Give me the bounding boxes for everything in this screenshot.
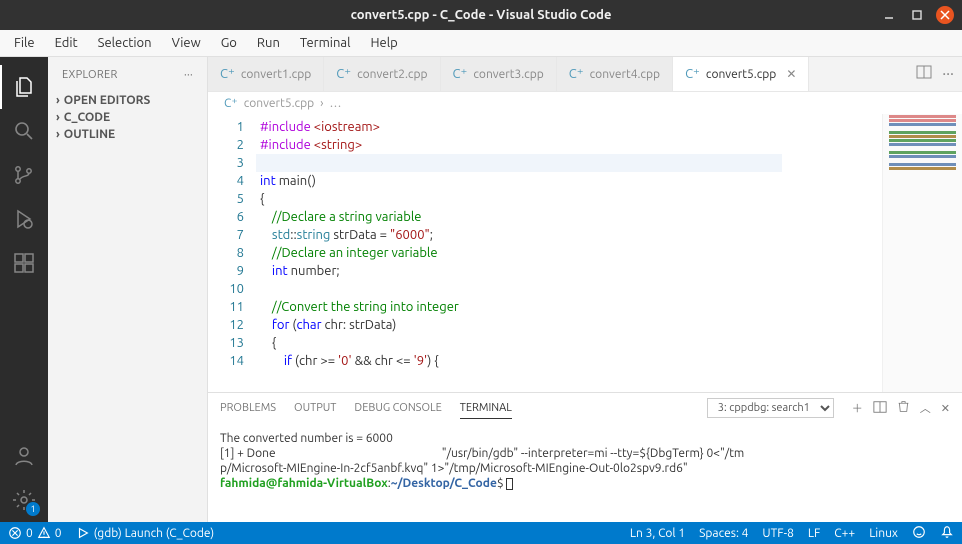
window-minimize-button[interactable] — [880, 6, 898, 24]
error-icon — [8, 526, 22, 540]
status-eol[interactable]: LF — [808, 527, 820, 540]
cpp-file-icon: C⁺ — [220, 67, 235, 82]
chevron-right-icon: › — [320, 97, 323, 110]
sidebar-section-open-editors[interactable]: ›OPEN EDITORS — [48, 92, 207, 109]
extensions-icon — [12, 251, 36, 275]
editor-tab[interactable]: C⁺convert1.cpp — [208, 57, 324, 91]
status-bar: 0 0 (gdb) Launch (C_Code) Ln 3, Col 1 Sp… — [0, 522, 962, 544]
editor-group: C⁺convert1.cpp C⁺convert2.cpp C⁺convert3… — [208, 57, 962, 522]
window-title: convert5.cpp - C_Code - Visual Studio Co… — [8, 8, 954, 22]
account-icon — [12, 444, 36, 468]
menu-bar: File Edit Selection View Go Run Terminal… — [0, 30, 962, 57]
explorer-sidebar: EXPLORER ··· ›OPEN EDITORS ›C_CODE ›OUTL… — [48, 57, 208, 522]
close-panel-icon[interactable]: ✕ — [941, 402, 950, 415]
kill-terminal-icon[interactable] — [897, 400, 910, 416]
status-os[interactable]: Linux — [869, 527, 898, 540]
window-titlebar: convert5.cpp - C_Code - Visual Studio Co… — [0, 0, 962, 30]
activity-account-button[interactable] — [0, 434, 48, 478]
menu-go[interactable]: Go — [211, 32, 247, 54]
status-launch[interactable]: (gdb) Launch (C_Code) — [76, 526, 215, 540]
split-editor-icon[interactable] — [916, 64, 932, 84]
editor-tab[interactable]: C⁺convert4.cpp — [557, 57, 673, 91]
code-lines[interactable]: #include <iostream>#include <string>int … — [256, 114, 882, 392]
cpp-file-icon: C⁺ — [685, 67, 700, 82]
status-encoding[interactable]: UTF-8 — [762, 527, 793, 540]
editor-tab[interactable]: C⁺convert2.cpp — [324, 57, 440, 91]
cpp-file-icon: C⁺ — [569, 67, 584, 82]
panel-tab-terminal[interactable]: TERMINAL — [460, 398, 512, 419]
activity-scm-button[interactable] — [0, 153, 48, 197]
sidebar-title: EXPLORER — [62, 69, 118, 81]
menu-run[interactable]: Run — [247, 32, 290, 54]
activity-settings-button[interactable]: 1 — [0, 478, 48, 522]
panel-tab-debug[interactable]: DEBUG CONSOLE — [354, 398, 441, 418]
more-actions-icon[interactable]: ··· — [942, 65, 954, 83]
status-notifications-icon[interactable] — [940, 525, 954, 542]
activity-extensions-button[interactable] — [0, 241, 48, 285]
terminal-cursor — [506, 478, 513, 490]
new-terminal-icon[interactable]: ＋ — [852, 400, 863, 416]
menu-help[interactable]: Help — [360, 32, 407, 54]
breadcrumb[interactable]: C⁺ convert5.cpp › … — [208, 92, 962, 114]
terminal-select[interactable]: 3: cppdbg: search1 — [707, 398, 834, 418]
menu-edit[interactable]: Edit — [45, 32, 88, 54]
terminal-prompt-path: ~/Desktop/C_Code — [391, 477, 497, 490]
cpp-file-icon: C⁺ — [453, 67, 468, 82]
menu-selection[interactable]: Selection — [88, 32, 162, 54]
chevron-right-icon: › — [56, 111, 60, 124]
status-ln-col[interactable]: Ln 3, Col 1 — [630, 527, 685, 540]
sidebar-section-folder[interactable]: ›C_CODE — [48, 109, 207, 126]
status-language[interactable]: C++ — [834, 527, 855, 540]
panel-tab-problems[interactable]: PROBLEMS — [220, 398, 276, 418]
terminal-output[interactable]: The converted number is = 6000 [1] + Don… — [208, 423, 962, 522]
activity-bar: 1 — [0, 57, 48, 522]
bottom-panel: PROBLEMS OUTPUT DEBUG CONSOLE TERMINAL 3… — [208, 392, 962, 522]
settings-badge: 1 — [26, 502, 40, 516]
activity-search-button[interactable] — [0, 109, 48, 153]
close-icon[interactable]: ✕ — [786, 67, 796, 81]
search-icon — [12, 119, 36, 143]
menu-file[interactable]: File — [4, 32, 45, 54]
warning-icon — [37, 526, 51, 540]
editor-tab-bar: C⁺convert1.cpp C⁺convert2.cpp C⁺convert3… — [208, 57, 962, 92]
status-spaces[interactable]: Spaces: 4 — [699, 527, 748, 540]
split-terminal-icon[interactable] — [873, 400, 887, 417]
sidebar-more-icon[interactable]: ··· — [184, 69, 193, 81]
chevron-right-icon: › — [56, 128, 60, 141]
minimap[interactable] — [882, 114, 962, 392]
line-gutter: 1234567891011121314 — [208, 114, 256, 392]
sidebar-section-outline[interactable]: ›OUTLINE — [48, 126, 207, 143]
terminal-prompt-user: fahmida@fahmida-VirtualBox — [220, 477, 388, 490]
editor-tab-active[interactable]: C⁺convert5.cpp✕ — [673, 57, 809, 91]
window-close-button[interactable] — [936, 6, 954, 24]
branch-icon — [12, 163, 36, 187]
menu-terminal[interactable]: Terminal — [290, 32, 361, 54]
status-errors[interactable]: 0 0 — [8, 526, 62, 540]
status-feedback-icon[interactable] — [912, 525, 926, 542]
cpp-file-icon: C⁺ — [224, 96, 238, 110]
window-maximize-button[interactable] — [908, 6, 926, 24]
editor-tab[interactable]: C⁺convert3.cpp — [441, 57, 557, 91]
files-icon — [12, 75, 36, 99]
play-bug-icon — [12, 207, 36, 231]
chevron-right-icon: › — [56, 94, 60, 107]
code-editor[interactable]: 1234567891011121314 #include <iostream>#… — [208, 114, 962, 392]
run-icon — [76, 526, 90, 540]
activity-debug-button[interactable] — [0, 197, 48, 241]
cpp-file-icon: C⁺ — [336, 67, 351, 82]
menu-view[interactable]: View — [162, 32, 211, 54]
activity-explorer-button[interactable] — [0, 65, 48, 109]
panel-tab-output[interactable]: OUTPUT — [294, 398, 336, 418]
maximize-panel-icon[interactable]: ︿ — [920, 400, 931, 416]
